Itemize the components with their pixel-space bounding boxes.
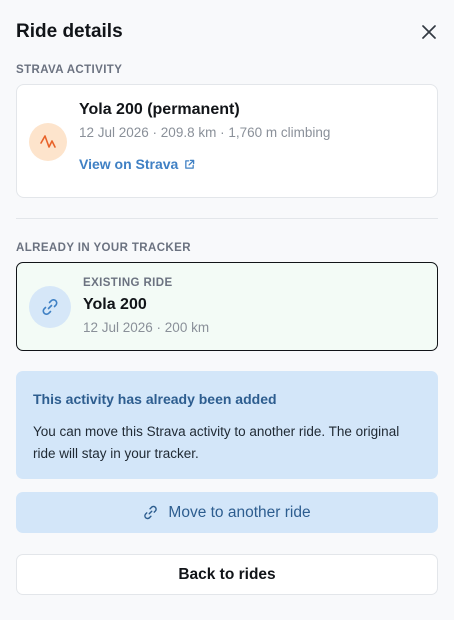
existing-ride-meta: 12 Jul 2026 · 200 km [83,320,210,335]
strava-activity-card: Yola 200 (permanent) 12 Jul 2026 · 209.8… [16,84,438,198]
move-to-another-ride-button[interactable]: Move to another ride [16,492,438,533]
link-icon [42,299,58,315]
link-icon-badge [29,286,71,328]
view-on-strava-link[interactable]: View on Strava [79,156,195,172]
close-icon[interactable] [422,25,436,39]
existing-ride-label: EXISTING RIDE [83,277,173,289]
external-link-icon [185,159,195,169]
page-title: Ride details [16,21,123,42]
strava-icon-badge [29,123,67,161]
move-button-label: Move to another ride [168,503,311,521]
strava-section-label: STRAVA ACTIVITY [16,64,123,76]
existing-ride-name: Yola 200 [83,296,147,313]
section-divider [16,218,438,219]
notice-body: You can move this Strava activity to ano… [33,424,400,461]
view-on-strava-label: View on Strava [79,156,179,172]
link-icon [144,505,158,520]
close-button[interactable] [416,19,442,45]
back-to-rides-button[interactable]: Back to rides [16,554,438,595]
existing-ride-card[interactable]: EXISTING RIDE Yola 200 12 Jul 2026 · 200… [16,262,438,351]
tracker-section-label: ALREADY IN YOUR TRACKER [16,242,191,254]
panel-header: Ride details [16,19,442,45]
strava-activity-icon [40,135,56,148]
activity-name: Yola 200 (permanent) [79,101,240,118]
already-added-notice: This activity has already been added You… [16,371,438,479]
back-button-label: Back to rides [178,565,276,583]
activity-meta: 12 Jul 2026 · 209.8 km · 1,760 m climbin… [79,125,331,140]
notice-title: This activity has already been added [33,391,277,407]
